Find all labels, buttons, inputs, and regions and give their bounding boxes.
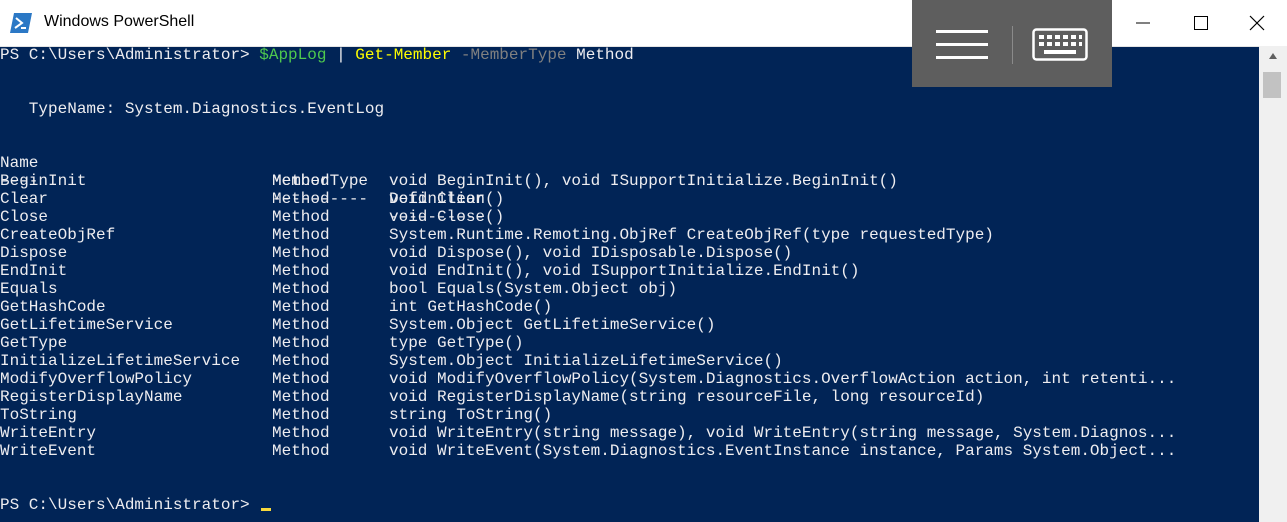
table-row: GetHashCode Method int GetHashCode() [0,298,1259,316]
table-row: ModifyOverflowPolicy Method void ModifyOve… [0,370,1259,388]
window-title: Windows PowerShell [44,13,195,30]
row-member-type: Method [272,226,330,244]
row-definition: int GetHashCode() [389,298,553,316]
powershell-icon [10,13,32,33]
row-name: EndInit [0,262,68,280]
table-row: Clear Method void Clear() [0,190,1259,208]
keyboard-icon[interactable] [1032,28,1088,61]
row-definition: string ToString() [389,406,553,424]
row-name: GetHashCode [0,298,106,316]
command-parameter: -MemberType [451,46,567,64]
row-name: GetLifetimeService [0,316,173,334]
command-cmdlet: Get-Member [355,46,452,64]
row-name: BeginInit [0,172,87,190]
row-member-type: Method [272,190,330,208]
close-icon [1249,15,1265,31]
table-header: Name MemberType Definition [0,136,1259,208]
table-row: EndInit Method void EndInit(), void ISuppo… [0,262,1259,280]
text-cursor [261,508,272,511]
table-row: CreateObjRef Method System.Runtime.Remotin… [0,226,1259,244]
table-row: BeginInit Method void BeginInit(), void IS… [0,172,1259,190]
row-member-type: Method [272,244,330,262]
row-member-type: Method [272,208,330,226]
chevron-up-icon[interactable] [1268,52,1278,60]
active-prompt-line[interactable]: PS C:\Users\Administrator> [0,496,272,514]
row-member-type: Method [272,334,330,352]
row-member-type: Method [272,262,330,280]
command-pipe: | [326,46,356,64]
row-member-type: Method [272,280,330,298]
table-row: Dispose Method void Dispose(), void IDispo… [0,244,1259,262]
row-member-type: Method [272,370,330,388]
row-name: ModifyOverflowPolicy [0,370,193,388]
table-row: WriteEntry Method void WriteEntry(string m… [0,424,1259,442]
scrollbar-thumb[interactable] [1263,72,1281,98]
prompt: PS C:\Users\Administrator> [0,46,260,64]
row-definition: System.Object GetLifetimeService() [389,316,716,334]
row-definition: void Dispose(), void IDisposable.Dispose… [389,244,793,262]
row-member-type: Method [272,424,330,442]
vertical-scrollbar[interactable] [1259,46,1287,522]
table-row: WriteEvent Method void WriteEvent(System.D… [0,442,1259,460]
row-name: WriteEntry [0,424,97,442]
table-row: Close Method void Close() [0,208,1259,226]
row-definition: void BeginInit(), void ISupportInitializ… [389,172,898,190]
type-name-line: TypeName: System.Diagnostics.EventLog [0,100,385,118]
console-output[interactable]: PS C:\Users\Administrator> $AppLog | Get… [0,46,1259,522]
command-line: PS C:\Users\Administrator> $AppLog | Get… [0,46,634,64]
row-name: Clear [0,190,49,208]
row-name: CreateObjRef [0,226,116,244]
overlay-divider [1012,26,1013,64]
row-definition: void Close() [389,208,505,226]
row-definition: System.Object InitializeLifetimeService(… [389,352,783,370]
row-member-type: Method [272,352,330,370]
row-name: InitializeLifetimeService [0,352,241,370]
prompt: PS C:\Users\Administrator> [0,496,260,514]
row-definition: System.Runtime.Remoting.ObjRef CreateObj… [389,226,994,244]
command-variable: $AppLog [259,46,327,64]
table-row: GetType Method type GetType() [0,334,1259,352]
row-member-type: Method [272,298,330,316]
row-definition: bool Equals(System.Object obj) [389,280,678,298]
table-row: Equals Method bool Equals(System.Object ob… [0,280,1259,298]
close-button[interactable] [1228,0,1286,46]
row-definition: void RegisterDisplayName(string resource… [389,388,985,406]
table-row: InitializeLifetimeService Method System.Ob… [0,352,1259,370]
row-name: Dispose [0,244,68,262]
row-member-type: Method [272,442,330,460]
row-name: Equals [0,280,58,298]
touch-overlay [912,0,1112,87]
table-separator: ---- ---------- ---------- [0,154,1259,226]
hamburger-menu-icon[interactable] [936,30,988,60]
row-name: WriteEvent [0,442,97,460]
row-member-type: Method [272,406,330,424]
row-name: Close [0,208,49,226]
row-definition: void Clear() [389,190,505,208]
row-name: GetType [0,334,68,352]
table-row: ToString Method string ToString() [0,406,1259,424]
row-definition: void WriteEntry(string message), void Wr… [389,424,1177,442]
row-member-type: Method [272,316,330,334]
row-member-type: Method [272,172,330,190]
command-argument: Method [566,46,634,64]
row-definition: void EndInit(), void ISupportInitialize.… [389,262,860,280]
row-definition: void WriteEvent(System.Diagnostics.Event… [389,442,1177,460]
maximize-button[interactable] [1172,0,1230,46]
minimize-icon [1136,22,1150,24]
maximize-icon [1194,16,1208,30]
row-name: ToString [0,406,77,424]
table-row: RegisterDisplayName Method void RegisterDi… [0,388,1259,406]
row-member-type: Method [272,388,330,406]
table-row: GetLifetimeService Method System.Object Ge… [0,316,1259,334]
row-name: RegisterDisplayName [0,388,183,406]
minimize-button[interactable] [1114,0,1172,46]
row-definition: void ModifyOverflowPolicy(System.Diagnos… [389,370,1177,388]
row-definition: type GetType() [389,334,524,352]
